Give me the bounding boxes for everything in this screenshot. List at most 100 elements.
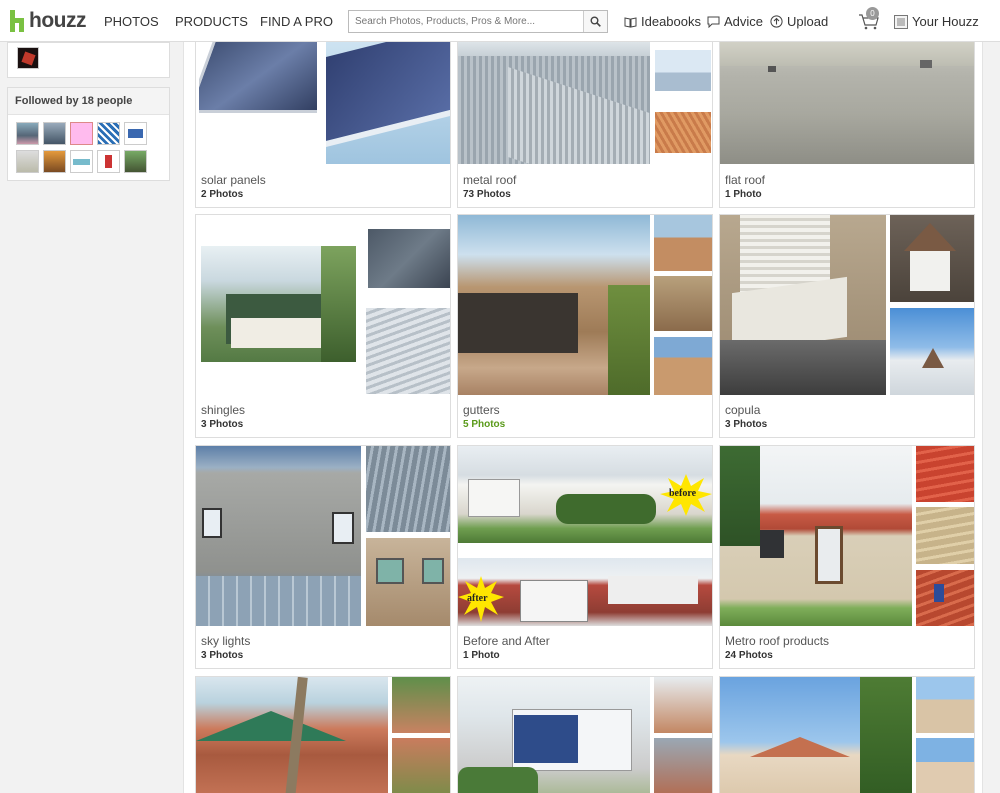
after-badge: after	[458, 576, 504, 622]
follower-avatar[interactable]	[97, 150, 120, 173]
ideabooks-link[interactable]: Ideabooks	[624, 14, 701, 29]
search-input[interactable]	[349, 11, 581, 32]
card-photo-side[interactable]	[326, 42, 450, 164]
follower-avatar[interactable]	[97, 122, 120, 145]
card-count: 2 Photos	[201, 189, 244, 200]
card-photo-side[interactable]	[366, 446, 450, 532]
card-photo-side[interactable]	[890, 308, 974, 395]
card-photo-main[interactable]	[196, 446, 361, 626]
card-photo-side[interactable]	[368, 229, 450, 288]
ideabook-card[interactable]: flat roof 1 Photo	[719, 42, 975, 208]
card-count: 73 Photos	[463, 189, 511, 200]
follower-avatar[interactable]	[16, 122, 39, 145]
advice-link[interactable]: Advice	[707, 14, 763, 29]
ideabook-card[interactable]: sky lights 3 Photos	[195, 445, 451, 669]
ideabook-card[interactable]: gutters 5 Photos	[457, 214, 713, 438]
upload-link[interactable]: Upload	[770, 14, 828, 29]
card-title[interactable]: Before and After	[463, 634, 550, 648]
search-icon	[590, 16, 601, 27]
before-label: before	[669, 488, 697, 499]
card-photo-side[interactable]	[916, 446, 974, 502]
card-photo-main[interactable]	[458, 215, 650, 395]
ideabook-card[interactable]	[719, 676, 975, 793]
follower-avatar[interactable]	[124, 122, 147, 145]
ideabook-card[interactable]: copula 3 Photos	[719, 214, 975, 438]
card-count: 1 Photo	[463, 650, 500, 661]
follower-avatar[interactable]	[70, 150, 93, 173]
card-photo-side[interactable]	[916, 570, 974, 626]
card-count: 3 Photos	[201, 650, 244, 661]
houzz-logo-icon	[10, 10, 24, 32]
card-photo-side[interactable]	[654, 677, 712, 733]
card-title[interactable]: solar panels	[201, 173, 266, 187]
card-photo-side[interactable]	[890, 215, 974, 302]
ideabook-grid: solar panels 2 Photos metal roof 73 Phot…	[183, 42, 983, 793]
ideabook-card[interactable]: solar panels 2 Photos	[195, 42, 451, 208]
nav-find-a-pro[interactable]: FIND A PRO	[260, 14, 333, 29]
card-photo-main[interactable]	[458, 677, 650, 793]
follower-avatar[interactable]	[43, 122, 66, 145]
card-photo-main[interactable]	[199, 42, 317, 120]
ideabooks-label: Ideabooks	[641, 14, 701, 29]
card-photo-side[interactable]	[654, 337, 712, 395]
ideabook-card[interactable]	[457, 676, 713, 793]
card-count: 1 Photo	[725, 189, 762, 200]
upload-label: Upload	[787, 14, 829, 29]
card-photo-side[interactable]	[392, 738, 450, 793]
card-title[interactable]: flat roof	[725, 173, 765, 187]
nav-photos[interactable]: PHOTOS	[104, 14, 159, 29]
profile-box	[7, 42, 170, 78]
card-photo-main[interactable]	[720, 677, 912, 793]
card-photo-side[interactable]	[654, 215, 712, 271]
card-photo-side[interactable]	[916, 738, 974, 793]
card-title[interactable]: copula	[725, 403, 760, 417]
follower-avatar[interactable]	[16, 150, 39, 173]
followers-title: Followed by 18 people	[8, 88, 169, 115]
card-title[interactable]: shingles	[201, 403, 245, 417]
brand-name: houzz	[29, 9, 86, 32]
advice-icon	[707, 16, 720, 28]
ideabook-icon	[624, 16, 637, 28]
nav-products[interactable]: PRODUCTS	[175, 14, 248, 29]
advice-label: Advice	[724, 14, 764, 29]
ideabook-card[interactable]: Metro roof products 24 Photos	[719, 445, 975, 669]
search-box	[348, 10, 608, 33]
card-photo-main[interactable]	[458, 42, 650, 164]
card-photo-side[interactable]	[654, 738, 712, 793]
card-photo-side[interactable]	[655, 50, 711, 91]
follower-avatar[interactable]	[70, 122, 93, 145]
ideabook-card[interactable]: before after Before and After 1 Photo	[457, 445, 713, 669]
card-photo-side[interactable]	[655, 112, 711, 153]
card-count: 24 Photos	[725, 650, 773, 661]
your-houzz-icon	[894, 14, 908, 29]
cart-button[interactable]: 0	[858, 7, 880, 35]
follower-avatar[interactable]	[43, 150, 66, 173]
card-photo-main[interactable]	[720, 42, 974, 164]
card-photo-side[interactable]	[366, 308, 450, 394]
card-title[interactable]: sky lights	[201, 634, 250, 648]
ideabook-card[interactable]: metal roof 73 Photos	[457, 42, 713, 208]
card-count: 3 Photos	[725, 419, 768, 430]
card-photo-main[interactable]	[720, 215, 886, 395]
follower-avatar[interactable]	[124, 150, 147, 173]
card-photo-side[interactable]	[366, 538, 450, 626]
ideabook-card[interactable]: shingles 3 Photos	[195, 214, 451, 438]
your-houzz-label: Your Houzz	[912, 14, 979, 29]
houzz-logo[interactable]: houzz	[10, 8, 86, 34]
card-photo-main[interactable]	[720, 446, 912, 626]
card-photo-side[interactable]	[392, 677, 450, 733]
card-photo-side[interactable]	[916, 677, 974, 733]
search-button[interactable]	[583, 11, 607, 32]
top-navigation-bar: houzz PHOTOS PRODUCTS FIND A PRO Ideaboo…	[0, 0, 1000, 42]
card-photo-main[interactable]	[201, 246, 356, 362]
card-photo-main[interactable]	[196, 677, 388, 793]
profile-avatar[interactable]	[17, 47, 39, 69]
your-houzz-menu[interactable]: Your Houzz	[894, 14, 979, 29]
card-title[interactable]: Metro roof products	[725, 634, 829, 648]
card-photo-side[interactable]	[654, 276, 712, 331]
card-title[interactable]: metal roof	[463, 173, 516, 187]
ideabook-card[interactable]	[195, 676, 451, 793]
card-photo-side[interactable]	[916, 507, 974, 564]
card-count: 5 Photos	[463, 419, 506, 430]
card-title[interactable]: gutters	[463, 403, 500, 417]
